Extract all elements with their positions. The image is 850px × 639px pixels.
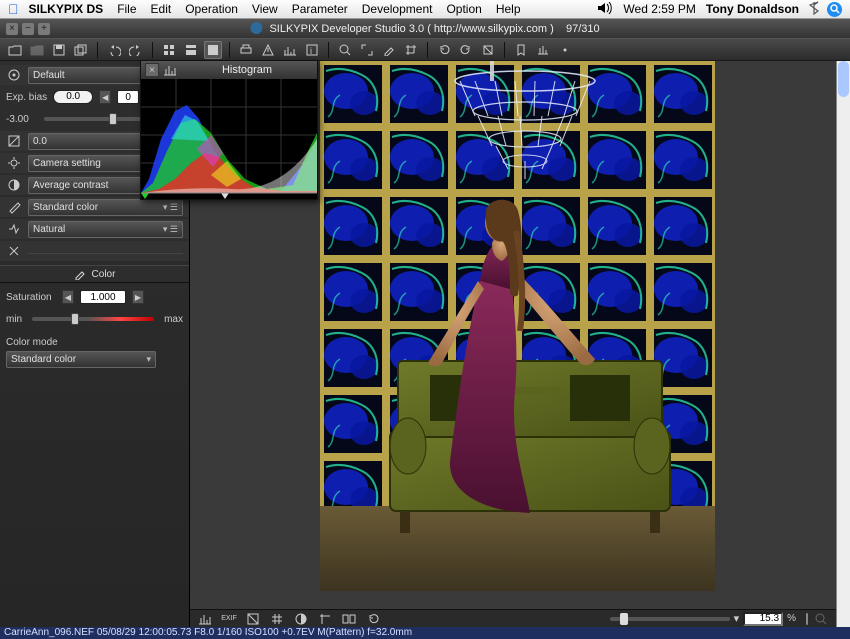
menu-edit[interactable]: Edit	[151, 2, 172, 16]
app-name[interactable]: SILKYPIX DS	[29, 2, 104, 16]
color-icon	[6, 199, 22, 215]
color-dropdown[interactable]: Standard color▾ ☰	[28, 199, 183, 216]
menu-file[interactable]: File	[117, 2, 136, 16]
color-mode-dropdown[interactable]: Standard color▾	[6, 351, 156, 368]
contrast-icon	[6, 133, 22, 149]
spotlight-icon[interactable]	[827, 2, 842, 17]
color-mode-label: Color mode	[6, 337, 183, 348]
saturation-inc[interactable]: ▶	[132, 290, 144, 304]
zoom-slider[interactable]	[610, 617, 730, 621]
volume-icon[interactable]	[597, 2, 613, 17]
menu-operation[interactable]: Operation	[185, 2, 238, 16]
warning-button[interactable]	[259, 41, 277, 59]
histogram-panel[interactable]: × Histogram	[140, 60, 318, 200]
menu-option[interactable]: Option	[446, 2, 481, 16]
menu-development[interactable]: Development	[362, 2, 433, 16]
ev-scale-min: -3.00	[6, 114, 34, 125]
histogram-chart	[141, 79, 317, 199]
batch-save-button[interactable]	[72, 41, 90, 59]
histogram-title: Histogram	[181, 64, 313, 76]
crop-tool-button[interactable]	[402, 41, 420, 59]
saturation-input[interactable]	[80, 290, 126, 304]
zoom-input[interactable]	[743, 612, 783, 626]
save-button[interactable]	[50, 41, 68, 59]
rotate-ccw-button[interactable]	[435, 41, 453, 59]
eyedrop-tool-button[interactable]	[380, 41, 398, 59]
reset-button[interactable]	[556, 41, 574, 59]
saturation-slider[interactable]	[32, 317, 154, 321]
rotate-cw-button[interactable]	[457, 41, 475, 59]
crop-toggle[interactable]	[316, 610, 334, 628]
view-preview-button[interactable]	[204, 41, 222, 59]
apple-menu-icon[interactable]: 	[8, 1, 19, 17]
open-file-button[interactable]	[28, 41, 46, 59]
menubar-user[interactable]: Tony Donaldson	[706, 2, 799, 16]
refresh-button[interactable]	[364, 610, 382, 628]
menu-help[interactable]: Help	[496, 2, 521, 16]
scroll-corner[interactable]	[812, 610, 830, 628]
bw-toggle[interactable]	[292, 610, 310, 628]
settings-button[interactable]	[534, 41, 552, 59]
slider-max-label: max	[164, 314, 183, 325]
window-titlebar: × − + SILKYPIX Developer Studio 3.0 ( ht…	[0, 19, 850, 38]
image-preview[interactable]	[320, 61, 715, 591]
window-title: SILKYPIX Developer Studio 3.0 ( http://w…	[250, 22, 599, 35]
window-minimize-button[interactable]: −	[22, 23, 34, 35]
globe-icon	[250, 22, 262, 34]
view-combo-button[interactable]	[182, 41, 200, 59]
histogram-toggle[interactable]	[196, 610, 214, 628]
exp-bias-label: Exp. bias	[6, 92, 47, 103]
svg-text:i: i	[310, 46, 312, 56]
image-counter: 97/310	[566, 23, 600, 35]
zoom-pct: %	[787, 613, 796, 624]
sharp-dropdown[interactable]: Natural▾ ☰	[28, 221, 183, 238]
print-button[interactable]	[237, 41, 255, 59]
tools-icon	[6, 243, 22, 259]
info-button[interactable]: i	[303, 41, 321, 59]
highlight-warning[interactable]	[244, 610, 262, 628]
preset-icon	[6, 67, 22, 83]
window-zoom-button[interactable]: +	[38, 23, 50, 35]
bluetooth-icon[interactable]	[809, 1, 819, 18]
window-close-button[interactable]: ×	[6, 23, 18, 35]
vertical-scrollbar[interactable]	[836, 61, 850, 627]
bottom-toolbar: EXIF ▾ %	[190, 609, 836, 627]
histogram-close-button[interactable]: ×	[145, 63, 159, 77]
mark-button[interactable]	[512, 41, 530, 59]
grid-toggle[interactable]	[268, 610, 286, 628]
saturation-dec[interactable]: ◀	[62, 290, 74, 304]
main-toolbar: i	[0, 38, 850, 61]
exp-bias-value[interactable]: 0.0	[53, 90, 93, 104]
color-section-header: Color	[0, 265, 189, 283]
exif-toggle[interactable]: EXIF	[220, 610, 238, 628]
horizontal-scrollbar[interactable]	[806, 613, 808, 625]
menu-view[interactable]: View	[252, 2, 278, 16]
brush-icon	[74, 268, 86, 280]
open-folder-button[interactable]	[6, 41, 24, 59]
rotate-180-button[interactable]	[479, 41, 497, 59]
menubar-clock[interactable]: Wed 2:59 PM	[623, 2, 695, 16]
compare-toggle[interactable]	[340, 610, 358, 628]
redo-button[interactable]	[127, 41, 145, 59]
fit-tool-button[interactable]	[358, 41, 376, 59]
status-bar: CarrieAnn_096.NEF 05/08/29 12:00:05.73 F…	[0, 627, 850, 639]
histogram-icon	[163, 64, 177, 76]
mac-menubar:  SILKYPIX DS File Edit Operation View P…	[0, 0, 850, 19]
exp-bias-input[interactable]	[117, 90, 139, 104]
saturation-label: Saturation	[6, 292, 56, 303]
tone-icon	[6, 177, 22, 193]
slider-min-label: min	[6, 314, 22, 325]
histogram-button[interactable]	[281, 41, 299, 59]
undo-button[interactable]	[105, 41, 123, 59]
zoom-tool-button[interactable]	[336, 41, 354, 59]
exp-bias-left[interactable]: ◀	[99, 90, 111, 104]
view-thumbnail-button[interactable]	[160, 41, 178, 59]
wb-icon	[6, 155, 22, 171]
menu-parameter[interactable]: Parameter	[292, 2, 348, 16]
sharp-icon	[6, 221, 22, 237]
